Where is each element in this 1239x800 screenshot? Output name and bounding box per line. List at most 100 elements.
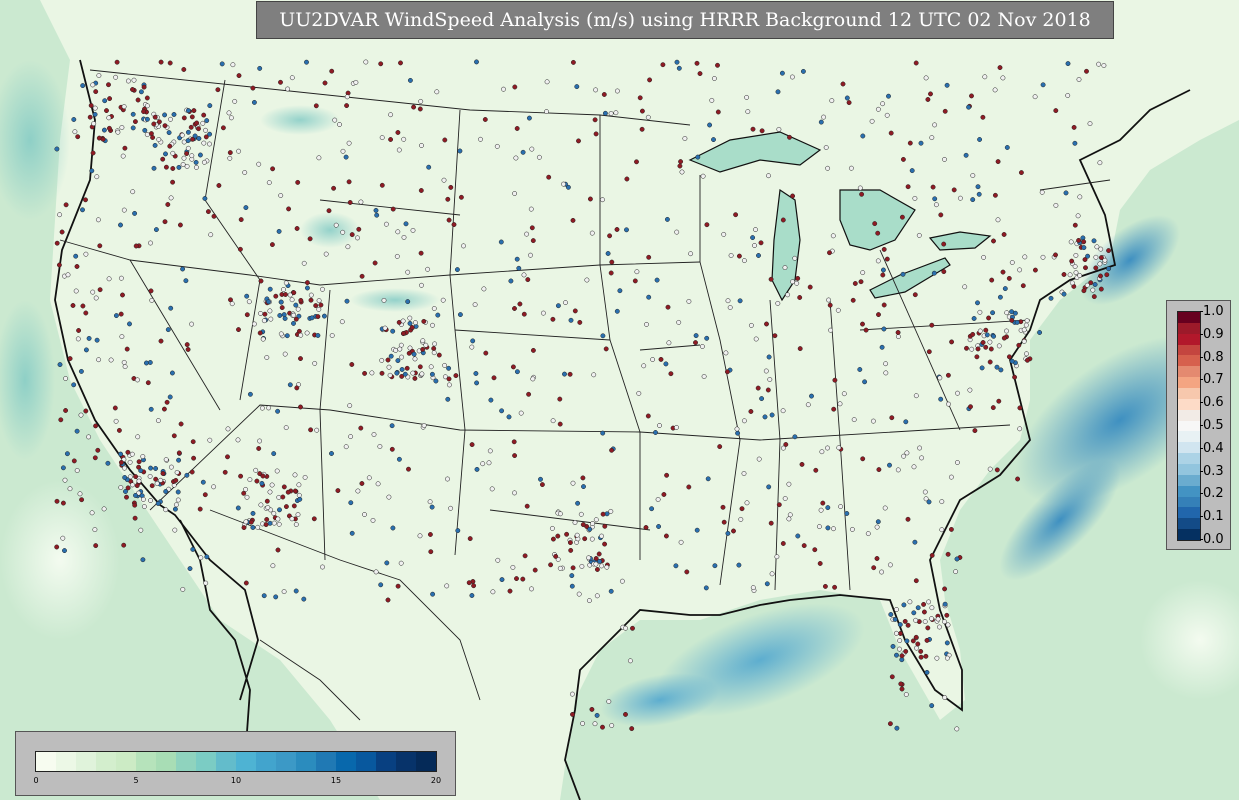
station-point bbox=[356, 226, 362, 232]
station-point bbox=[285, 489, 291, 495]
station-point bbox=[347, 200, 353, 205]
station-point bbox=[663, 533, 669, 539]
station-point bbox=[349, 362, 355, 367]
map-area[interactable] bbox=[0, 0, 1239, 800]
station-point bbox=[262, 311, 268, 317]
station-point bbox=[125, 485, 131, 491]
station-point bbox=[557, 396, 563, 402]
station-point bbox=[343, 154, 349, 160]
score-colorbar-segment bbox=[1178, 529, 1200, 541]
station-point bbox=[211, 213, 217, 219]
station-point bbox=[298, 332, 304, 338]
station-point bbox=[518, 410, 524, 416]
station-point bbox=[402, 371, 408, 377]
station-point bbox=[158, 338, 164, 344]
station-point bbox=[704, 222, 710, 228]
station-point bbox=[162, 123, 168, 129]
station-point bbox=[901, 602, 907, 608]
station-point bbox=[321, 313, 327, 319]
station-point bbox=[901, 453, 907, 459]
station-point bbox=[758, 240, 764, 246]
station-point bbox=[522, 553, 528, 559]
station-point bbox=[825, 525, 831, 531]
station-point bbox=[850, 297, 856, 303]
station-point bbox=[1039, 189, 1045, 195]
station-point bbox=[74, 264, 80, 269]
station-point bbox=[406, 466, 411, 472]
station-point bbox=[766, 484, 772, 490]
station-point bbox=[347, 403, 353, 409]
station-point bbox=[59, 229, 65, 235]
station-point bbox=[734, 426, 740, 432]
station-point bbox=[514, 126, 520, 131]
station-point bbox=[251, 99, 257, 105]
station-point bbox=[386, 494, 392, 500]
station-point bbox=[113, 74, 119, 80]
station-point bbox=[203, 127, 208, 133]
station-point bbox=[911, 610, 917, 616]
station-point bbox=[412, 375, 418, 381]
station-point bbox=[165, 327, 171, 333]
station-point bbox=[1087, 121, 1093, 127]
station-point bbox=[121, 104, 127, 110]
station-point bbox=[837, 401, 843, 407]
station-point bbox=[163, 164, 169, 170]
station-point bbox=[435, 312, 441, 318]
station-point bbox=[581, 484, 586, 490]
station-point bbox=[752, 243, 757, 248]
station-point bbox=[944, 82, 950, 88]
station-point bbox=[395, 583, 401, 589]
station-point bbox=[654, 277, 660, 283]
station-point bbox=[279, 305, 285, 311]
station-point bbox=[190, 546, 196, 552]
station-point bbox=[929, 605, 935, 611]
station-point bbox=[780, 445, 786, 451]
station-point bbox=[430, 591, 436, 597]
station-point bbox=[482, 117, 488, 122]
station-point bbox=[100, 136, 106, 142]
station-point bbox=[589, 230, 595, 236]
station-point bbox=[168, 116, 173, 122]
station-point bbox=[594, 567, 600, 572]
station-point bbox=[609, 259, 615, 265]
station-point bbox=[1071, 124, 1077, 130]
station-point bbox=[474, 380, 480, 386]
station-point bbox=[835, 307, 841, 313]
station-point bbox=[236, 73, 242, 79]
station-point bbox=[375, 481, 381, 487]
station-point bbox=[969, 93, 974, 99]
station-point bbox=[913, 617, 919, 623]
station-point bbox=[557, 421, 563, 427]
station-point bbox=[172, 506, 178, 512]
station-point bbox=[656, 524, 662, 529]
station-point bbox=[905, 622, 911, 628]
station-point bbox=[530, 376, 536, 382]
station-point bbox=[753, 336, 759, 342]
station-point bbox=[967, 387, 973, 393]
station-point bbox=[54, 544, 60, 550]
station-point bbox=[900, 271, 906, 277]
station-point bbox=[666, 340, 672, 346]
station-point bbox=[244, 312, 250, 318]
station-point bbox=[688, 251, 694, 257]
station-point bbox=[715, 62, 720, 68]
station-point bbox=[289, 75, 295, 81]
station-point bbox=[153, 476, 159, 482]
station-point bbox=[429, 504, 435, 510]
station-point bbox=[800, 68, 806, 74]
station-point bbox=[440, 297, 446, 303]
station-point bbox=[160, 471, 166, 476]
station-point bbox=[112, 405, 118, 411]
station-point bbox=[409, 325, 415, 330]
station-point bbox=[926, 499, 932, 505]
station-point bbox=[136, 464, 142, 470]
station-point bbox=[389, 446, 395, 452]
station-point bbox=[75, 134, 81, 140]
station-point bbox=[295, 512, 301, 518]
station-point bbox=[875, 258, 881, 264]
station-point bbox=[315, 333, 321, 338]
station-point bbox=[903, 692, 909, 697]
station-point bbox=[786, 516, 792, 522]
station-point bbox=[296, 482, 302, 488]
station-point bbox=[966, 104, 972, 110]
